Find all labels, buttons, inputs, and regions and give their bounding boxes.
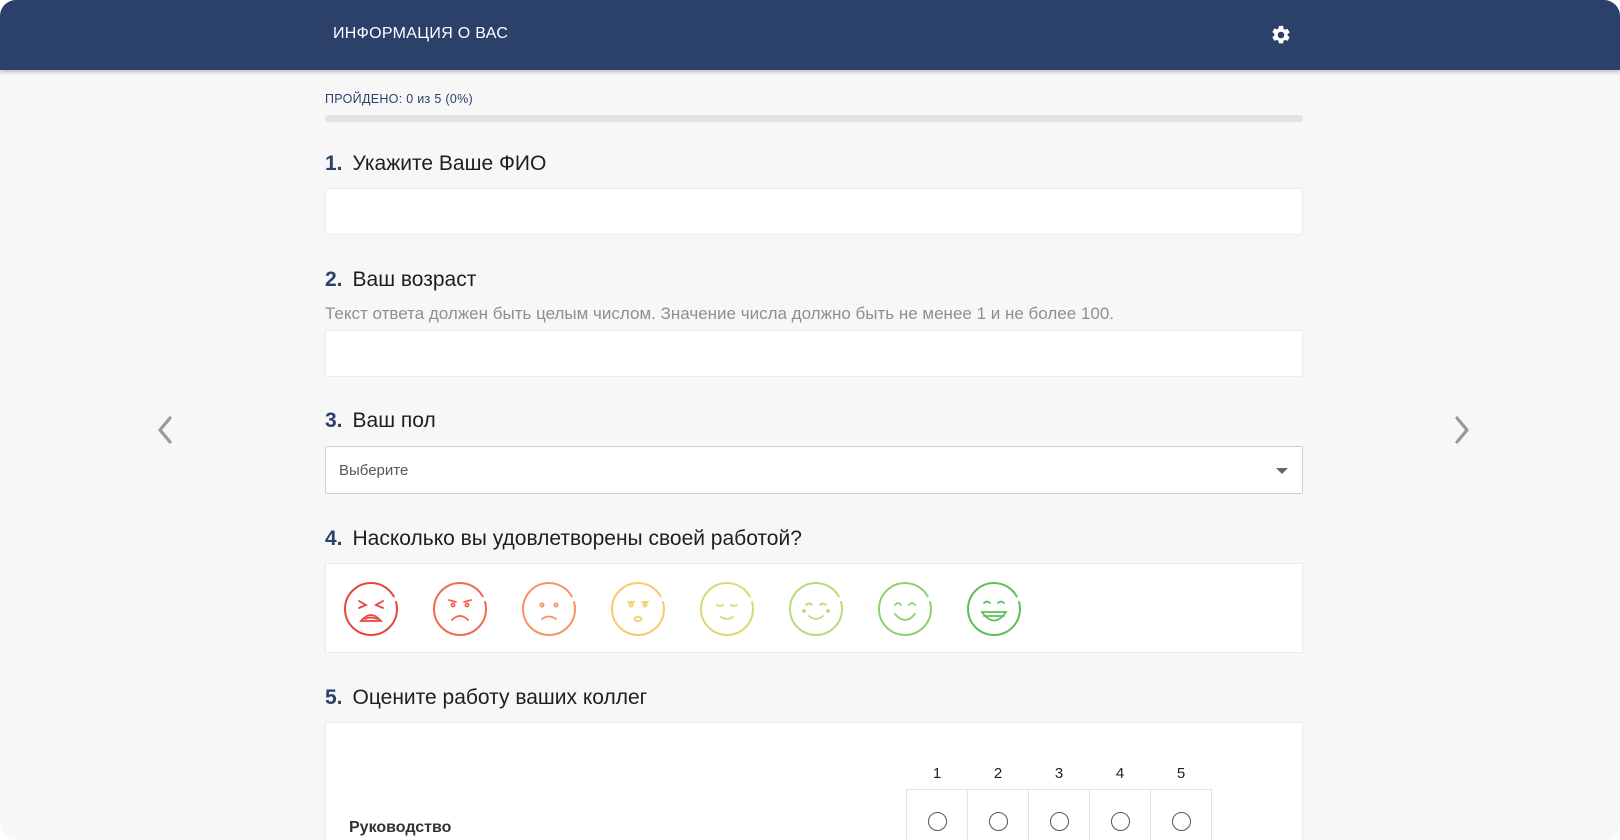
question-2-description: Текст ответа должен быть целым числом. З… <box>325 304 1114 323</box>
prev-page-button[interactable] <box>145 410 185 450</box>
caret-down-icon <box>1276 468 1288 474</box>
question-5-title: 5. Оцените работу ваших коллег <box>325 686 647 710</box>
full-name-input[interactable] <box>325 188 1303 235</box>
satisfaction-option-7[interactable] <box>877 581 933 637</box>
question-2-title: 2. Ваш возраст <box>325 268 476 292</box>
matrix-column-header: 3 <box>1054 765 1064 782</box>
question-number: 2. <box>325 268 343 291</box>
matrix-cell-1[interactable] <box>906 789 968 840</box>
matrix-column-header: 5 <box>1176 765 1186 782</box>
age-input[interactable] <box>325 330 1303 377</box>
progress-label: ПРОЙДЕНО: 0 из 5 (0%) <box>325 92 473 106</box>
satisfaction-option-5[interactable] <box>699 581 755 637</box>
satisfaction-option-1[interactable] <box>343 581 399 637</box>
gender-select[interactable]: Выберите <box>325 446 1303 494</box>
face-crying-icon <box>344 582 398 636</box>
matrix-cell-4[interactable] <box>1089 789 1151 840</box>
face-slight-smile-icon <box>789 582 843 636</box>
face-smile-icon <box>878 582 932 636</box>
face-grin-icon <box>967 582 1021 636</box>
survey-page: ИНФОРМАЦИЯ О ВАС ПРОЙДЕНО: 0 из 5 (0%) 1… <box>0 0 1620 840</box>
page-title: ИНФОРМАЦИЯ О ВАС <box>333 25 509 42</box>
question-3-title: 3. Ваш пол <box>325 409 436 433</box>
matrix-cell-2[interactable] <box>967 789 1029 840</box>
radio-button[interactable] <box>988 812 1008 831</box>
face-sad-icon <box>433 582 487 636</box>
satisfaction-rating <box>325 563 1303 653</box>
radio-button[interactable] <box>1049 812 1069 831</box>
progress-bar <box>325 115 1303 122</box>
gear-icon <box>1272 25 1290 44</box>
gender-select-value: Выберите <box>339 462 409 479</box>
face-neutral-icon <box>700 582 754 636</box>
chevron-right-icon <box>1455 416 1469 444</box>
colleagues-rating-matrix: Руководство 1 2 3 4 5 <box>325 722 1303 840</box>
question-text: Насколько вы удовлетворены своей работой… <box>352 527 802 550</box>
question-number: 4. <box>325 527 343 550</box>
matrix-row-label: Руководство <box>349 819 452 836</box>
matrix-column-header: 2 <box>993 765 1003 782</box>
question-text: Укажите Ваше ФИО <box>352 152 547 175</box>
face-worried-icon <box>522 582 576 636</box>
radio-button[interactable] <box>1171 812 1191 831</box>
settings-button[interactable] <box>1268 22 1294 48</box>
question-number: 3. <box>325 409 343 432</box>
satisfaction-option-6[interactable] <box>788 581 844 637</box>
face-uneasy-icon <box>611 582 665 636</box>
satisfaction-option-8[interactable] <box>966 581 1022 637</box>
radio-button[interactable] <box>1110 812 1130 831</box>
matrix-column-header: 4 <box>1115 765 1125 782</box>
satisfaction-option-2[interactable] <box>432 581 488 637</box>
question-number: 1. <box>325 152 343 175</box>
matrix-cell-5[interactable] <box>1150 789 1212 840</box>
question-text: Оцените работу ваших коллег <box>352 686 648 709</box>
matrix-cell-3[interactable] <box>1028 789 1090 840</box>
question-1-title: 1. Укажите Ваше ФИО <box>325 152 546 176</box>
satisfaction-option-4[interactable] <box>610 581 666 637</box>
question-4-title: 4. Насколько вы удовлетворены своей работ… <box>325 527 802 551</box>
chevron-left-icon <box>158 416 172 444</box>
question-text: Ваш возраст <box>352 268 477 291</box>
question-number: 5. <box>325 686 343 709</box>
header-bar: ИНФОРМАЦИЯ О ВАС <box>0 0 1620 70</box>
question-text: Ваш пол <box>352 409 436 432</box>
radio-button[interactable] <box>927 812 947 831</box>
next-page-button[interactable] <box>1442 410 1482 450</box>
satisfaction-option-3[interactable] <box>521 581 577 637</box>
matrix-column-header: 1 <box>932 765 942 782</box>
